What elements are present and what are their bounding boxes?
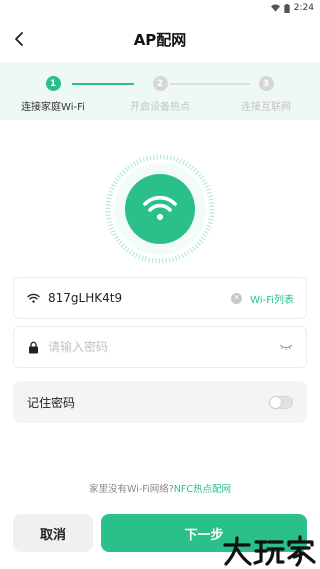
wifi-icon bbox=[26, 291, 40, 305]
no-wifi-hint: 家里没有Wi-Fi网络?NFC热点配网 bbox=[0, 481, 320, 495]
remember-password-toggle[interactable] bbox=[269, 395, 293, 409]
wifi-list-link[interactable]: Wi-Fi列表 bbox=[250, 291, 294, 306]
clear-icon[interactable]: ✕ bbox=[231, 292, 243, 304]
status-time: 2:24 bbox=[293, 3, 314, 13]
lock-icon bbox=[26, 340, 40, 354]
back-icon bbox=[15, 32, 23, 46]
wifi-hero-illustration bbox=[105, 154, 215, 264]
remember-password-label: 记住密码 bbox=[27, 395, 76, 410]
page-title: AP配网 bbox=[133, 30, 187, 49]
step-1: 1 连接家庭Wi-Fi bbox=[3, 76, 103, 113]
wifi-icon bbox=[105, 154, 215, 264]
step-1-label: 连接家庭Wi-Fi bbox=[21, 102, 85, 113]
step-2: 2 开启设备热点 bbox=[110, 76, 210, 113]
hint-text: 家里没有Wi-Fi网络? bbox=[89, 484, 174, 495]
step-1-number: 1 bbox=[45, 76, 61, 91]
password-input[interactable] bbox=[48, 340, 278, 354]
watermark-logo bbox=[222, 534, 318, 568]
step-3-number: 3 bbox=[258, 76, 274, 91]
step-2-label: 开启设备热点 bbox=[130, 102, 190, 113]
password-field[interactable] bbox=[13, 326, 307, 368]
back-button[interactable] bbox=[8, 28, 30, 50]
battery-icon bbox=[284, 3, 290, 13]
ssid-value[interactable]: 817gLHK4t9 bbox=[48, 291, 231, 305]
wifi-status-icon bbox=[270, 4, 280, 12]
step-2-number: 2 bbox=[152, 76, 168, 91]
nfc-hotspot-link[interactable]: NFC热点配网 bbox=[174, 484, 231, 495]
eye-closed-icon[interactable] bbox=[278, 342, 294, 352]
cancel-button[interactable]: 取消 bbox=[13, 514, 93, 552]
remember-password-row: 记住密码 bbox=[13, 381, 307, 423]
nav-bar: AP配网 bbox=[0, 16, 320, 62]
step-3-label: 连接互联网 bbox=[241, 102, 291, 113]
stepper: 1 连接家庭Wi-Fi 2 开启设备热点 3 连接互联网 bbox=[0, 62, 320, 120]
toggle-knob bbox=[270, 396, 281, 408]
status-bar: 2:24 bbox=[0, 0, 320, 16]
ssid-field[interactable]: 817gLHK4t9 ✕ Wi-Fi列表 bbox=[13, 277, 307, 319]
step-3: 3 连接互联网 bbox=[216, 76, 316, 113]
